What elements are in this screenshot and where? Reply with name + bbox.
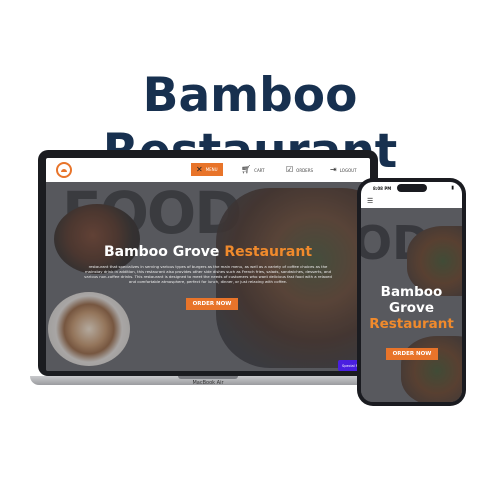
site-navbar: ✕ MENU 🛒︎ CART ☑ ORDERS ⇥ LOGOUT xyxy=(46,158,370,182)
hamburger-menu-icon[interactable]: ☰ xyxy=(367,197,373,205)
laptop-model-label: MacBook Air xyxy=(192,380,224,386)
hero-title-accent: Restaurant xyxy=(224,244,313,260)
phone-navbar: ☰ xyxy=(361,194,462,209)
nav-orders[interactable]: ☑ ORDERS xyxy=(286,165,313,175)
utensils-icon: ✕ xyxy=(196,164,203,174)
phone-title-line1: Bamboo xyxy=(380,284,443,300)
nav-logout[interactable]: ⇥ LOGOUT xyxy=(330,165,357,175)
phone-title-line2: Grove xyxy=(389,300,434,316)
battery-icon: ▮ xyxy=(451,185,454,191)
hero-title-main: Bamboo Grove xyxy=(103,244,220,260)
phone-order-now-button[interactable]: ORDER NOW xyxy=(386,348,438,360)
phone-status-bar: 8:08 PM ▮ xyxy=(361,182,462,194)
cart-icon: 🛒︎ xyxy=(241,165,252,174)
nav-menu[interactable]: ✕ MENU xyxy=(191,163,223,176)
phone-screen: 8:08 PM ▮ ☰ OD Bamboo Grove Restaurant O… xyxy=(361,182,462,402)
nav-orders-label: ORDERS xyxy=(296,167,314,173)
phone-hero-title: Bamboo Grove Restaurant xyxy=(361,284,462,332)
phone-dynamic-island xyxy=(397,184,427,192)
order-now-button[interactable]: ORDER NOW xyxy=(186,298,238,310)
hero-title: Bamboo Grove Restaurant xyxy=(46,244,370,260)
phone-status-time: 8:08 PM xyxy=(373,186,392,191)
hero-description: restaurant that specializes in serving v… xyxy=(84,264,332,284)
restaurant-logo[interactable] xyxy=(56,162,72,178)
logout-icon: ⇥ xyxy=(330,165,337,174)
laptop-mockup: ✕ MENU 🛒︎ CART ☑ ORDERS ⇥ LOGOUT FOOD Ba… xyxy=(30,150,386,395)
nav-logout-label: LOGOUT xyxy=(339,167,357,173)
nav-cart-label: CART xyxy=(254,167,265,173)
nav-cart[interactable]: 🛒︎ CART xyxy=(241,165,265,175)
laptop-lid: ✕ MENU 🛒︎ CART ☑ ORDERS ⇥ LOGOUT FOOD Ba… xyxy=(38,150,378,376)
hero-section: FOOD Bamboo Grove Restaurant restaurant … xyxy=(46,182,370,371)
orders-icon: ☑ xyxy=(286,165,294,174)
laptop-screen: ✕ MENU 🛒︎ CART ☑ ORDERS ⇥ LOGOUT FOOD Ba… xyxy=(46,158,370,371)
nav-menu-label: MENU xyxy=(205,167,218,172)
phone-mockup: 8:08 PM ▮ ☰ OD Bamboo Grove Restaurant O… xyxy=(357,178,466,406)
laptop-notch xyxy=(178,376,238,379)
phone-title-accent: Restaurant xyxy=(369,316,454,332)
phone-hero-section: OD Bamboo Grove Restaurant ORDER NOW xyxy=(361,208,462,402)
